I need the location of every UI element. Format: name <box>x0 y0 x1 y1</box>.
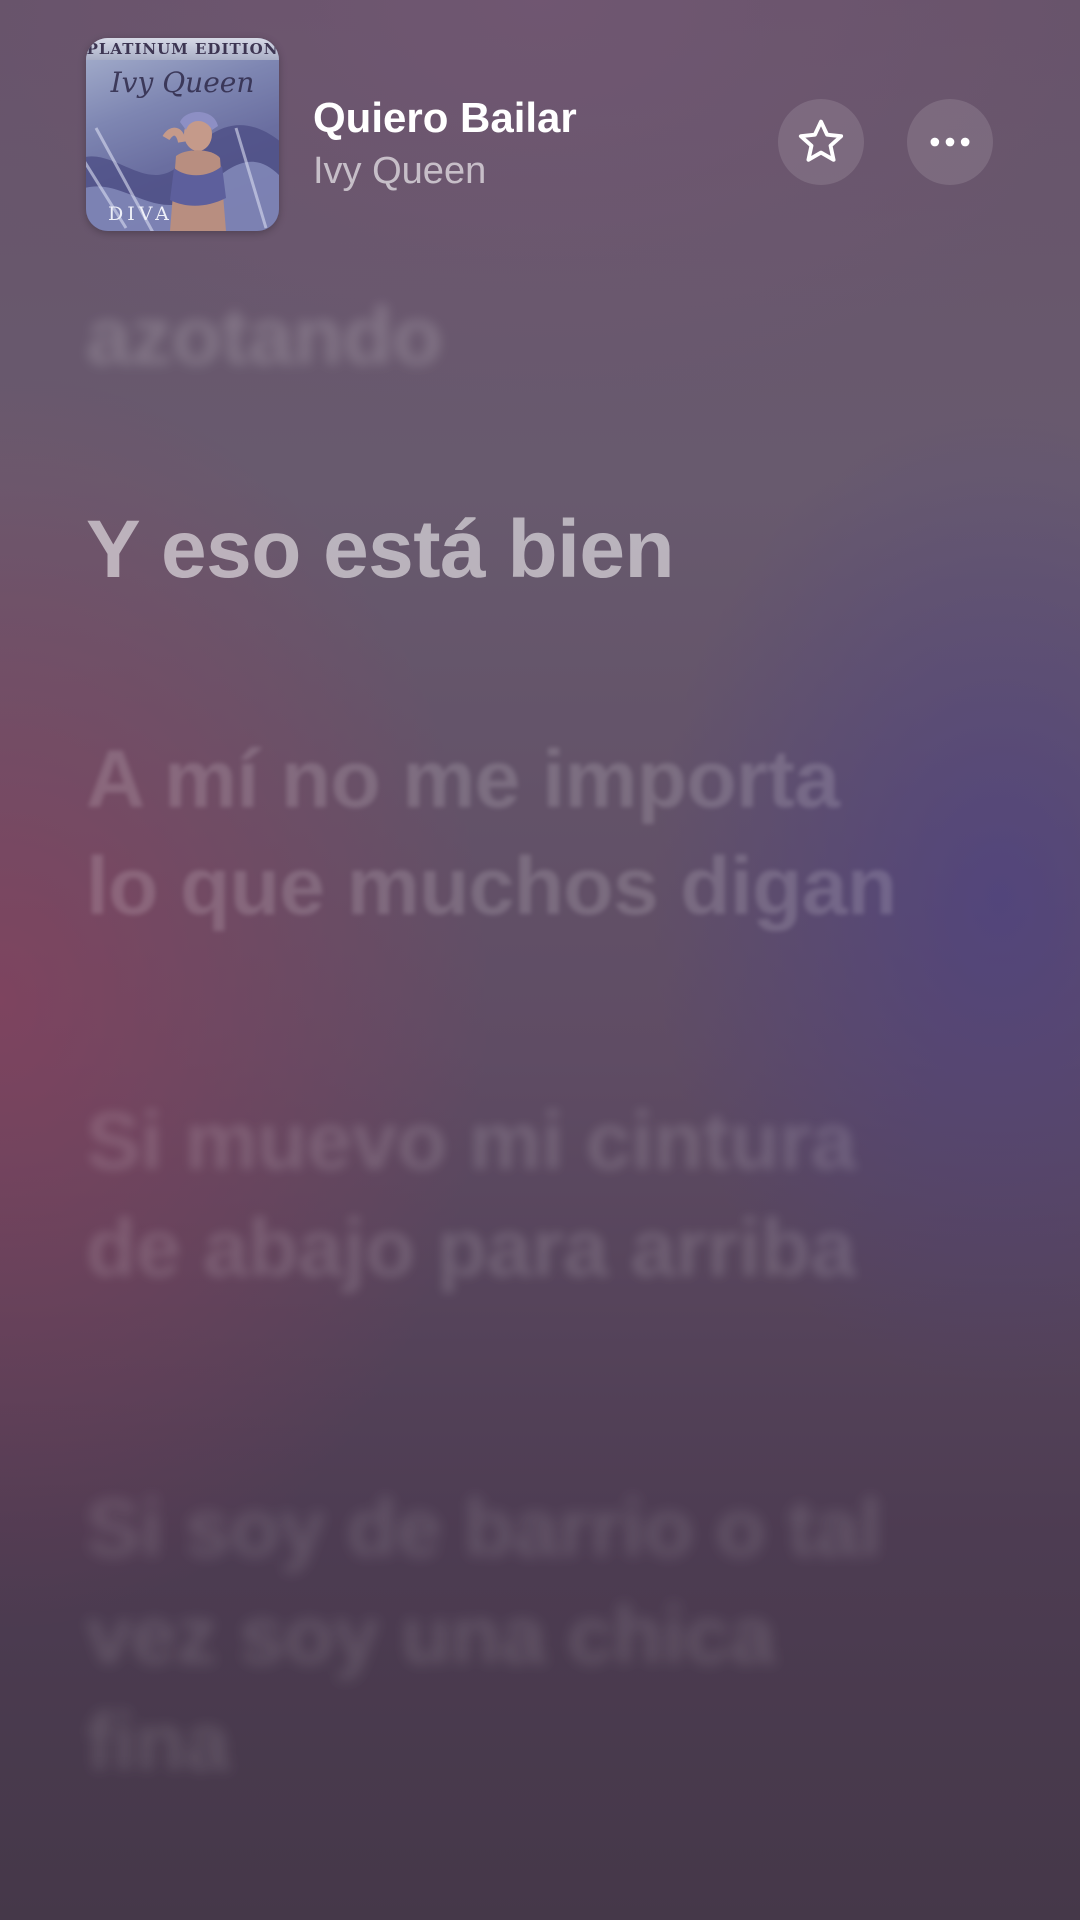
lyric-text: lo que muchos digan <box>86 841 897 932</box>
lyric-text: A mí no me importa <box>86 734 840 825</box>
lyric-text: de abajo para arriba <box>86 1203 856 1294</box>
lyric-text: fina <box>86 1697 230 1788</box>
lyric-line-active[interactable]: Y eso está bien <box>86 496 986 603</box>
lyric-line-upcoming[interactable]: A mí no me importa lo que muchos digan <box>86 726 986 940</box>
favorite-button[interactable] <box>778 99 864 185</box>
lyric-text: azotando <box>86 291 442 382</box>
more-options-button[interactable] <box>907 99 993 185</box>
ellipsis-icon <box>930 137 970 147</box>
track-title[interactable]: Quiero Bailar <box>313 94 577 142</box>
lyric-text: Si muevo mi cintura <box>86 1096 856 1187</box>
lyric-text: Y eso está bien <box>86 504 675 595</box>
artwork-edition-text: PLATINUM EDITION <box>86 40 279 58</box>
lyric-text: vez soy una chica <box>86 1590 775 1681</box>
artwork-album-text: DIVA <box>108 203 173 225</box>
star-outline-icon <box>798 119 844 162</box>
lyric-line-previous[interactable]: azotando <box>86 283 986 390</box>
lyric-line-upcoming[interactable]: Si muevo mi cintura de abajo para arriba <box>86 1088 986 1302</box>
artwork-logo-text: Ivy Queen <box>110 66 255 99</box>
album-artwork[interactable]: PLATINUM EDITION Ivy Queen DIVA <box>86 38 279 231</box>
lyric-text: Si soy de barrio o tal <box>86 1483 882 1574</box>
lyric-line-upcoming[interactable]: Si soy de barrio o tal vez soy una chica… <box>86 1475 986 1796</box>
now-playing-header: PLATINUM EDITION Ivy Queen DIVA Quiero B… <box>0 0 1080 240</box>
track-artist[interactable]: Ivy Queen <box>313 150 486 193</box>
